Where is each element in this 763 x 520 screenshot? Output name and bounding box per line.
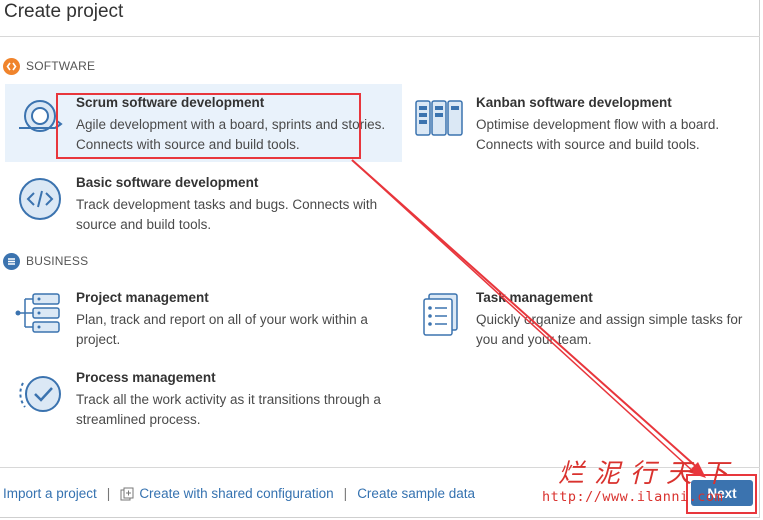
check-circle-icon <box>15 369 65 419</box>
template-name: Process management <box>76 370 216 385</box>
template-name: Basic software development <box>76 175 259 190</box>
section-business: BUSINESS <box>3 252 88 270</box>
footer-links: Import a project | Create with shared co… <box>3 486 475 501</box>
dialog-header: Create project <box>0 0 760 37</box>
template-name: Task management <box>476 290 593 305</box>
create-shared-config-link[interactable]: Create with shared configuration <box>139 486 333 501</box>
template-project-management[interactable]: Project management Plan, track and repor… <box>5 279 402 357</box>
code-brackets-icon <box>3 57 20 75</box>
kanban-board-icon <box>415 94 465 144</box>
footer-separator: | <box>106 486 111 501</box>
template-kanban[interactable]: Kanban software development Optimise dev… <box>405 84 760 162</box>
template-desc: Track development tasks and bugs. Connec… <box>76 197 378 232</box>
template-name: Kanban software development <box>476 95 672 110</box>
footer-separator: | <box>343 486 348 501</box>
create-project-dialog: Create project SOFTWARE Scrum software d… <box>0 0 760 518</box>
template-name: Project management <box>76 290 209 305</box>
import-project-link[interactable]: Import a project <box>3 486 97 501</box>
page-title: Create project <box>4 1 124 22</box>
section-label: BUSINESS <box>26 254 89 268</box>
template-desc: Optimise development flow with a board. … <box>476 117 720 152</box>
dialog-footer: Import a project | Create with shared co… <box>0 467 760 518</box>
template-process-management[interactable]: Process management Track all the work ac… <box>5 359 402 437</box>
annotation-highlight-scrum <box>56 93 361 159</box>
annotation-highlight-next <box>686 474 757 514</box>
shared-config-icon <box>120 487 134 501</box>
create-sample-data-link[interactable]: Create sample data <box>357 486 475 501</box>
code-icon <box>15 174 65 224</box>
project-stack-icon <box>15 289 65 339</box>
section-label: SOFTWARE <box>26 59 96 73</box>
task-list-icon <box>415 289 465 339</box>
template-task-management[interactable]: Task management Quickly organize and ass… <box>405 279 760 357</box>
list-icon <box>3 252 20 270</box>
template-desc: Quickly organize and assign simple tasks… <box>476 312 743 347</box>
template-basic[interactable]: Basic software development Track develop… <box>5 164 402 242</box>
template-desc: Plan, track and report on all of your wo… <box>76 312 368 347</box>
section-software: SOFTWARE <box>3 57 95 75</box>
template-desc: Track all the work activity as it transi… <box>76 392 381 427</box>
